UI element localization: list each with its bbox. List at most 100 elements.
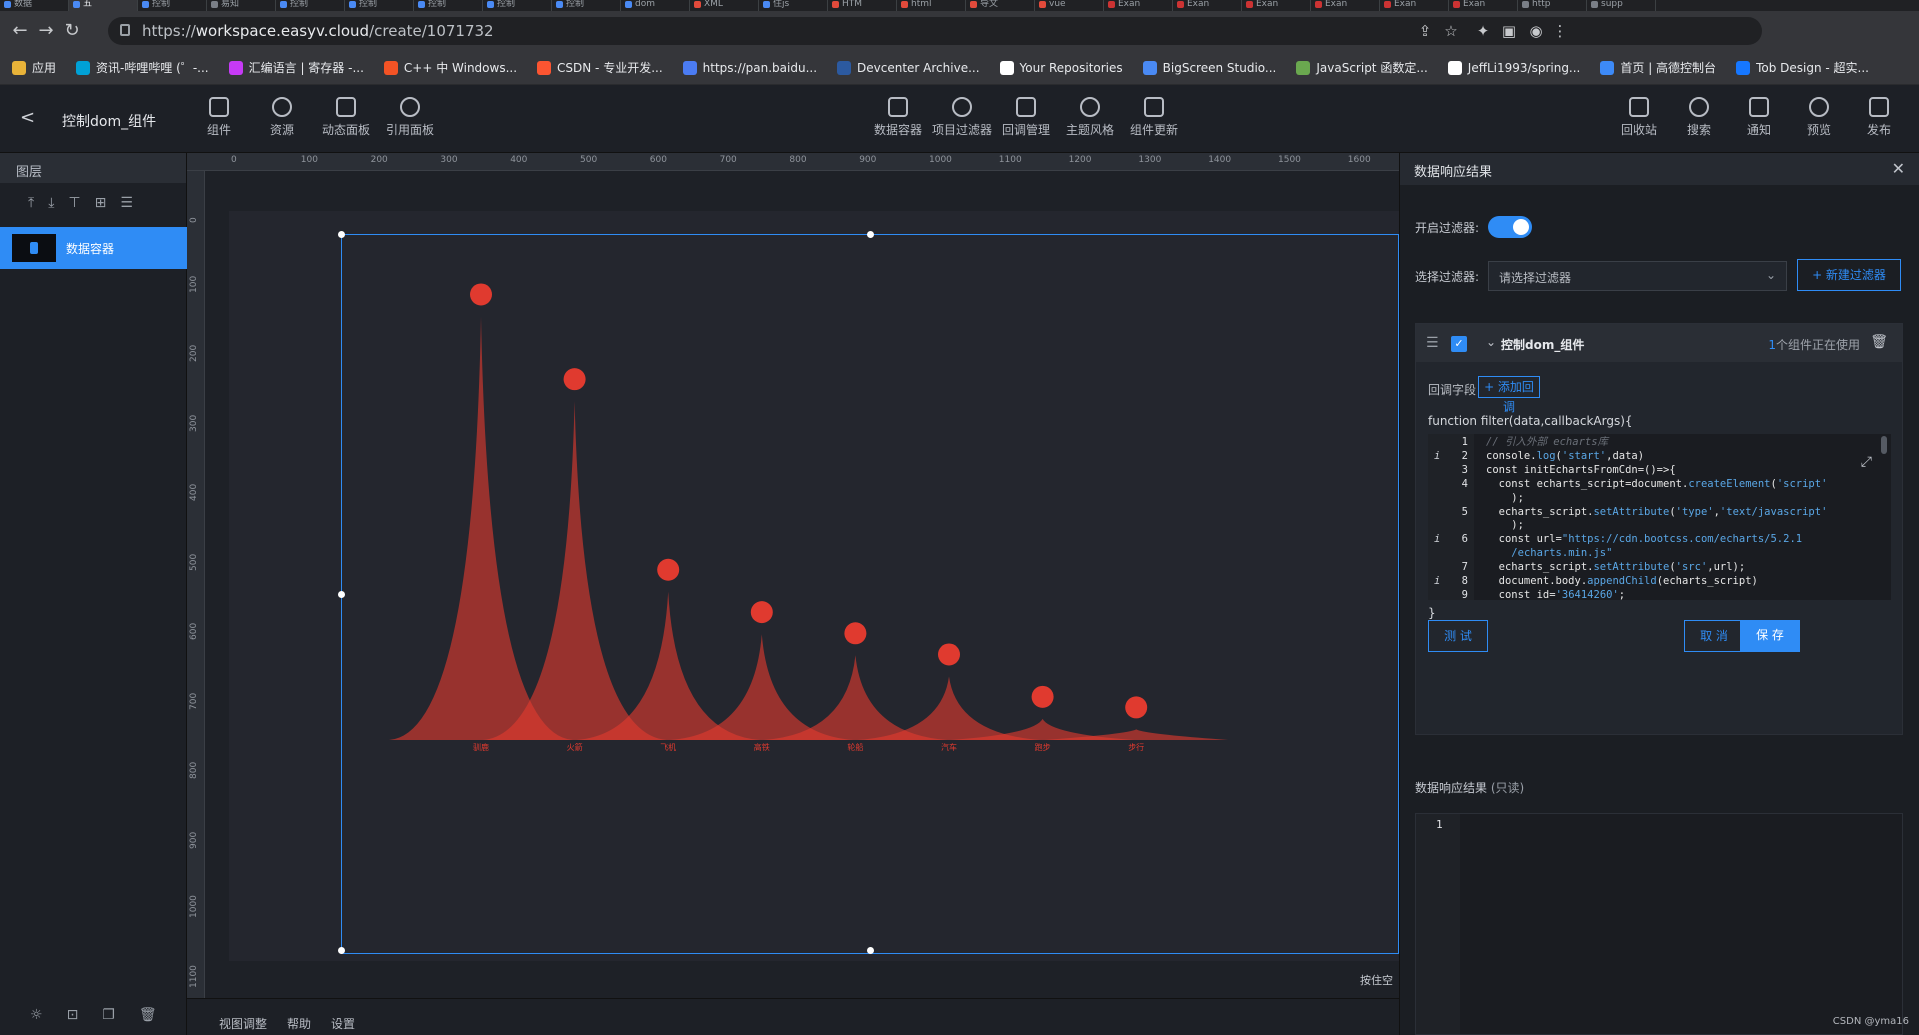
ruler-label: 600 [189, 622, 199, 640]
extensions-icon[interactable]: ✦ [1471, 19, 1495, 43]
trash-icon[interactable]: 🗑 [1870, 334, 1888, 350]
delete-icon[interactable]: 🗑 [139, 1007, 157, 1023]
menu-icon[interactable]: ⋮ [1548, 19, 1572, 43]
filter-toggle[interactable] [1488, 216, 1532, 238]
resize-handle[interactable] [867, 231, 874, 238]
browser-tab[interactable]: 数据 [0, 0, 69, 11]
browser-tab[interactable]: 控制 [276, 0, 345, 11]
bookmark-item[interactable]: JavaScript 函数定... [1296, 59, 1428, 76]
add-callback-button[interactable]: + 添加回调 [1478, 376, 1540, 414]
browser-tab[interactable]: Exan [1449, 0, 1518, 11]
chevron-down-icon[interactable]: ⌄ [1486, 335, 1496, 349]
browser-tab[interactable]: Exan [1104, 0, 1173, 11]
bookmark-item[interactable]: https://pan.baidu... [682, 60, 817, 75]
toolbar-sliders-button[interactable]: 回调管理 [996, 97, 1056, 138]
star-icon[interactable]: ☆ [1439, 19, 1463, 43]
toolbar-search-button[interactable]: 搜索 [1669, 97, 1729, 138]
browser-tab[interactable]: 五 [69, 0, 138, 11]
browser-tab[interactable]: 导文 [966, 0, 1035, 11]
selection-box[interactable] [338, 231, 1399, 954]
toolbar-layers-button[interactable]: 资源 [252, 97, 312, 138]
browser-tab[interactable]: Exan [1311, 0, 1380, 11]
bookmark-item[interactable]: Your Repositories [999, 60, 1123, 75]
sun-icon[interactable]: ☼ [30, 1007, 43, 1023]
bookmark-item[interactable]: C++ 中 Windows... [383, 59, 517, 76]
back-chevron-icon[interactable]: < [20, 107, 35, 128]
new-filter-button[interactable]: + 新建过滤器 [1797, 259, 1901, 291]
url-text[interactable]: https://workspace.easyv.cloud/create/107… [142, 22, 494, 40]
toolbar-bell-button[interactable]: 通知 [1729, 97, 1789, 138]
browser-tab[interactable]: dom [621, 0, 690, 11]
toolbar-send-button[interactable]: 发布 [1849, 97, 1909, 138]
ruler-label: 700 [719, 155, 737, 165]
browser-tab[interactable]: 控制 [138, 0, 207, 11]
reload-icon[interactable]: ↻ [60, 19, 84, 43]
toolbar-chart-box-button[interactable]: 数据容器 [868, 97, 928, 138]
settings-button[interactable]: 设置 [331, 1015, 355, 1032]
bookmark-item[interactable]: CSDN - 专业开发... [537, 59, 663, 76]
toolbar-preview-button[interactable]: 预览 [1789, 97, 1849, 138]
move-top-icon[interactable]: ⤒ [28, 195, 34, 211]
code-editor[interactable]: 1 // 引入外部 echarts库 2 i console.log('start',d… [1428, 434, 1891, 600]
toolbar-panel-button[interactable]: 动态面板 [316, 97, 376, 138]
forward-arrow-icon[interactable]: → [34, 19, 58, 43]
align-top-icon[interactable]: ⊤ [68, 195, 80, 211]
filter-select[interactable]: 请选择过滤器 ⌄ [1488, 261, 1787, 291]
toolbar-component-button[interactable]: 组件 [189, 97, 249, 138]
toolbar-theme-button[interactable]: 主题风格 [1060, 97, 1120, 138]
resize-handle[interactable] [338, 231, 345, 238]
group-icon[interactable]: ⊞ [95, 195, 107, 211]
move-bottom-icon[interactable]: ⤓ [48, 195, 54, 211]
resize-handle[interactable] [338, 947, 345, 954]
bookmark-item[interactable]: Devcenter Archive... [837, 60, 980, 75]
bookmark-item[interactable]: 首页 | 高德控制台 [1600, 59, 1716, 76]
bookmark-item[interactable]: 资讯-哔哩哔哩 (゜-... [76, 59, 209, 76]
browser-tab[interactable]: 住js [759, 0, 828, 11]
browser-tab[interactable]: Exan [1380, 0, 1449, 11]
share-icon[interactable]: ⇪ [1413, 19, 1437, 43]
browser-tab[interactable]: Exan [1242, 0, 1311, 11]
resize-handle[interactable] [338, 591, 345, 598]
help-button[interactable]: 帮助 [287, 1015, 311, 1032]
browser-tab[interactable]: http [1518, 0, 1587, 11]
expand-icon[interactable]: ⤢ [1861, 454, 1872, 470]
view-adjust-button[interactable]: 视图调整 [219, 1015, 267, 1032]
bookmark-item[interactable]: JeffLi1993/spring... [1447, 60, 1580, 75]
browser-tab[interactable]: 控制 [345, 0, 414, 11]
editor-scrollbar[interactable] [1881, 436, 1887, 454]
bookmark-item[interactable]: 汇编语言 | 寄存器 -... [228, 59, 364, 76]
response-editor[interactable]: 1 [1415, 813, 1903, 1035]
cancel-button[interactable]: 取 消 [1684, 620, 1744, 652]
close-icon[interactable]: ✕ [1892, 159, 1905, 178]
layer-item[interactable]: 数据容器 [0, 227, 187, 269]
browser-tab[interactable]: HTM [828, 0, 897, 11]
browser-tab[interactable]: 控制 [552, 0, 621, 11]
toolbar-filter-button[interactable]: 项目过滤器 [932, 97, 992, 138]
drag-handle-icon[interactable]: ☰ [1426, 335, 1439, 351]
browser-tab[interactable]: 易知 [207, 0, 276, 11]
browser-tab[interactable]: Exan [1173, 0, 1242, 11]
browser-tab[interactable]: supp [1587, 0, 1656, 11]
toolbar-refresh-button[interactable]: 组件更新 [1124, 97, 1184, 138]
bookmark-item[interactable]: 应用 [12, 59, 56, 76]
filter-checkbox[interactable]: ✓ [1451, 336, 1467, 352]
ruler-label: 1300 [1138, 155, 1162, 165]
lock-icon[interactable]: ⊡ [67, 1007, 79, 1023]
toolbar-link-button[interactable]: 引用面板 [380, 97, 440, 138]
resize-handle[interactable] [867, 947, 874, 954]
browser-tab[interactable]: 控制 [414, 0, 483, 11]
toolbar-recycle-button[interactable]: 回收站 [1609, 97, 1669, 138]
copy-icon[interactable]: ❐ [102, 1007, 115, 1023]
back-arrow-icon[interactable]: ← [8, 19, 32, 43]
test-button[interactable]: 测 试 [1428, 620, 1488, 652]
bookmark-item[interactable]: Tob Design - 超实... [1736, 59, 1869, 76]
browser-tab[interactable]: vue [1035, 0, 1104, 11]
save-button[interactable]: 保 存 [1740, 620, 1800, 652]
bookmark-item[interactable]: BigScreen Studio... [1142, 60, 1276, 75]
profile-icon[interactable]: ◉ [1524, 19, 1548, 43]
browser-tab[interactable]: html [897, 0, 966, 11]
browser-tab[interactable]: 控制 [483, 0, 552, 11]
browser-tab[interactable]: XML [690, 0, 759, 11]
list-icon[interactable]: ☰ [120, 195, 133, 211]
side-panel-icon[interactable]: ▣ [1497, 19, 1521, 43]
